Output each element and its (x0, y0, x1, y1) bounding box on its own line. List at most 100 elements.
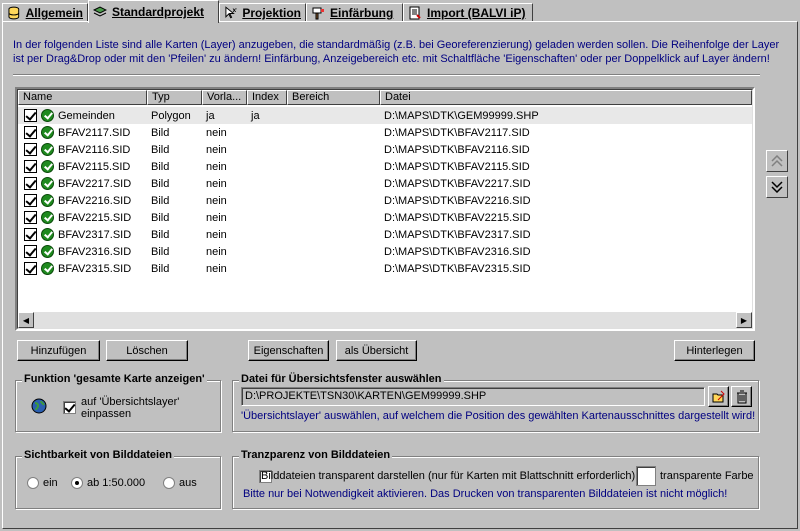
layer-visible-checkbox[interactable] (24, 160, 37, 173)
cell-vorlage: nein (206, 160, 227, 173)
cell-typ: Bild (151, 228, 170, 241)
delete-button[interactable]: Löschen (106, 340, 188, 361)
status-ok-icon (41, 228, 54, 241)
tab-label: Einfärbung (330, 6, 394, 20)
layer-name: BFAV2316.SID (58, 245, 132, 258)
layer-visible-checkbox[interactable] (24, 143, 37, 156)
group-title: Sichtbarkeit von Bilddateien (22, 449, 174, 461)
overview-file-hint: 'Übersichtslayer' auswählen, auf welchem… (241, 410, 756, 422)
status-ok-icon (41, 143, 54, 156)
transparent-checkbox-label: Bilddateien transparent darstellen (nur … (261, 470, 636, 482)
table-row[interactable]: BFAV2316.SID Bild nein D:\MAPS\DTK\BFAV2316… (18, 243, 752, 260)
radio-ab-1-50000[interactable]: ab 1:50.000 (71, 477, 145, 489)
fit-overview-label-line1: auf 'Übersichtslayer' (81, 396, 180, 408)
cell-vorlage: nein (206, 143, 227, 156)
layer-visible-checkbox[interactable] (24, 245, 37, 258)
tab-allgemein[interactable]: Allgemein (2, 3, 88, 22)
browse-file-button[interactable] (708, 386, 729, 407)
cell-name: BFAV2315.SID (18, 262, 147, 275)
cell-vorlage: ja (206, 109, 215, 122)
layer-list[interactable]: Name Typ Vorla... Index Bereich Datei Ge… (15, 87, 755, 331)
cell-typ: Bild (151, 143, 170, 156)
cell-datei: D:\MAPS\DTK\BFAV2315.SID (384, 262, 531, 275)
cell-name: BFAV2316.SID (18, 245, 147, 258)
table-row[interactable]: BFAV2215.SID Bild nein D:\MAPS\DTK\BFAV2215… (18, 209, 752, 226)
layer-visible-checkbox[interactable] (24, 262, 37, 275)
horizontal-scrollbar[interactable]: ◀ ▶ (18, 312, 752, 328)
overview-file-field[interactable]: D:\PROJEKTE\TSN30\KARTEN\GEM99999.SHP (241, 387, 705, 406)
column-header-index[interactable]: Index (247, 90, 287, 105)
tab-einfaerbung[interactable]: Einfärbung (306, 3, 403, 22)
group-transparency: Tranzparenz von Bilddateien (232, 449, 759, 509)
radio-ein[interactable]: ein (27, 477, 58, 489)
move-down-button[interactable] (766, 176, 788, 198)
cell-typ: Bild (151, 160, 170, 173)
tab-import[interactable]: Import (BALVI iP) (403, 3, 533, 22)
radio-button[interactable] (27, 477, 39, 489)
radio-label: aus (179, 477, 197, 489)
database-icon (8, 6, 20, 20)
status-ok-icon (41, 177, 54, 190)
tab-bar: Allgemein Standardprojekt XY Projektion … (0, 0, 800, 23)
cell-name: BFAV2216.SID (18, 194, 147, 207)
radio-label: ein (43, 477, 58, 489)
cell-datei: D:\MAPS\DTK\BFAV2117.SID (384, 126, 530, 139)
transparent-color-swatch[interactable] (636, 466, 656, 486)
table-row[interactable]: BFAV2216.SID Bild nein D:\MAPS\DTK\BFAV2216… (18, 192, 752, 209)
table-row[interactable]: BFAV2117.SID Bild nein D:\MAPS\DTK\BFAV2117… (18, 124, 752, 141)
properties-button[interactable]: Eigenschaften (248, 340, 329, 361)
table-row[interactable]: BFAV2315.SID Bild nein D:\MAPS\DTK\BFAV2315… (18, 260, 752, 277)
add-button[interactable]: Hinzufügen (17, 340, 100, 361)
column-header-typ[interactable]: Typ (147, 90, 202, 105)
layer-visible-checkbox[interactable] (24, 109, 37, 122)
cell-name: BFAV2217.SID (18, 177, 147, 190)
deposit-button[interactable]: Hinterlegen (674, 340, 755, 361)
layer-visible-checkbox[interactable] (24, 228, 37, 241)
scroll-track[interactable] (34, 312, 736, 328)
delete-file-button[interactable] (731, 386, 752, 407)
cell-typ: Bild (151, 126, 170, 139)
cell-vorlage: nein (206, 126, 227, 139)
column-header-datei[interactable]: Datei (380, 90, 752, 105)
layer-visible-checkbox[interactable] (24, 194, 37, 207)
radio-button[interactable] (71, 477, 83, 489)
layer-visible-checkbox[interactable] (24, 177, 37, 190)
layer-visible-checkbox[interactable] (24, 126, 37, 139)
cell-typ: Bild (151, 245, 170, 258)
cell-typ: Bild (151, 211, 170, 224)
as-overview-button[interactable]: als Übersicht (336, 340, 417, 361)
layer-name: BFAV2217.SID (58, 177, 132, 190)
group-title: Tranzparenz von Bilddateien (239, 449, 393, 461)
table-row[interactable]: BFAV2115.SID Bild nein D:\MAPS\DTK\BFAV2115… (18, 158, 752, 175)
column-header-bereich[interactable]: Bereich (287, 90, 380, 105)
radio-aus[interactable]: aus (163, 477, 197, 489)
radio-button[interactable] (163, 477, 175, 489)
table-row[interactable]: BFAV2217.SID Bild nein D:\MAPS\DTK\BFAV2217… (18, 175, 752, 192)
svg-text:XY: XY (233, 8, 238, 14)
table-row[interactable]: BFAV2116.SID Bild nein D:\MAPS\DTK\BFAV2116… (18, 141, 752, 158)
fit-overview-checkbox[interactable] (63, 401, 76, 414)
cell-vorlage: nein (206, 262, 227, 275)
tab-projektion[interactable]: XY Projektion (219, 3, 306, 22)
tab-standardprojekt[interactable]: Standardprojekt (88, 0, 219, 23)
cell-name: BFAV2317.SID (18, 228, 147, 241)
cell-vorlage: nein (206, 177, 227, 190)
cell-vorlage: nein (206, 194, 227, 207)
scroll-left-icon[interactable]: ◀ (18, 312, 34, 328)
double-down-icon (771, 181, 783, 193)
table-row[interactable]: Gemeinden Polygon ja ja D:\MAPS\DTK\GEM99999… (18, 107, 752, 124)
trash-icon (736, 390, 747, 403)
column-header-name[interactable]: Name (18, 90, 147, 105)
globe-icon (31, 398, 47, 414)
cell-vorlage: nein (206, 228, 227, 241)
table-row[interactable]: BFAV2317.SID Bild nein D:\MAPS\DTK\BFAV2317… (18, 226, 752, 243)
cell-index: ja (251, 109, 260, 122)
move-up-button[interactable] (766, 150, 788, 172)
column-header-vorlage[interactable]: Vorla... (202, 90, 247, 105)
cell-typ: Bild (151, 177, 170, 190)
cell-name: BFAV2117.SID (18, 126, 147, 139)
scroll-right-icon[interactable]: ▶ (736, 312, 752, 328)
xy-cursor-icon: XY (225, 6, 238, 19)
layer-visible-checkbox[interactable] (24, 211, 37, 224)
tab-label: Import (BALVI iP) (427, 6, 526, 20)
